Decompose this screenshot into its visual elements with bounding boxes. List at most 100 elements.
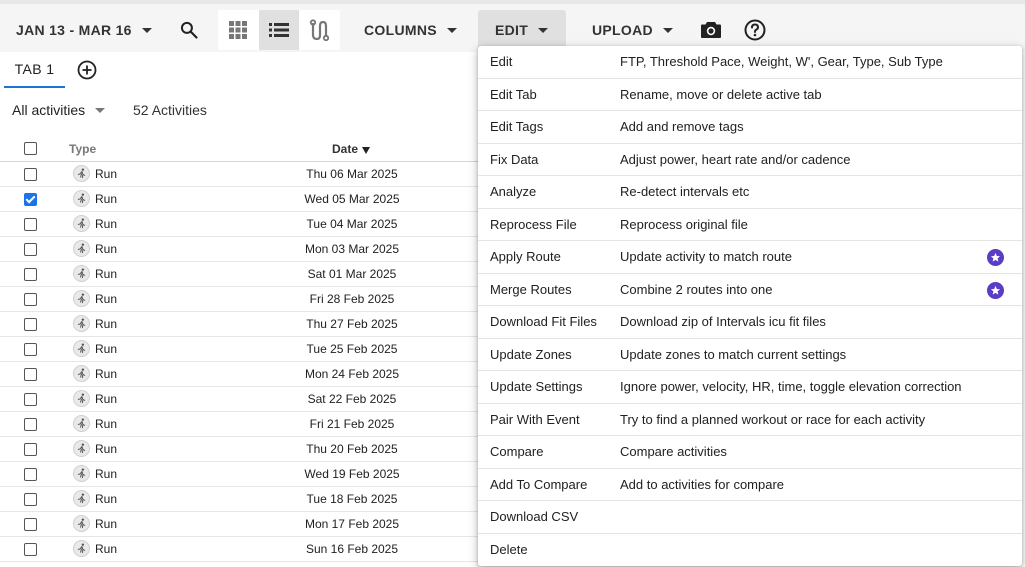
row-checkbox[interactable] — [24, 368, 37, 381]
row-checkbox[interactable] — [24, 293, 37, 306]
menu-item-label: Compare — [490, 444, 544, 460]
activity-date: Thu 20 Feb 2025 — [306, 442, 398, 456]
menu-item-description: Ignore power, velocity, HR, time, toggle… — [620, 379, 962, 395]
activity-filter-select[interactable]: All activities — [12, 102, 106, 118]
row-checkbox[interactable] — [24, 518, 37, 531]
activity-type: Run — [95, 492, 118, 506]
edit-menu-item[interactable]: Delete — [478, 534, 1022, 567]
row-checkbox[interactable] — [24, 418, 37, 431]
run-icon — [73, 290, 90, 307]
activity-date: Sat 22 Feb 2025 — [307, 392, 397, 406]
table-row[interactable]: Run Fri 28 Feb 2025 — [0, 287, 478, 312]
menu-item-label: Update Zones — [490, 346, 572, 362]
help-button[interactable] — [735, 10, 775, 50]
menu-item-label: Edit — [490, 54, 513, 70]
columns-button[interactable]: COLUMNS — [364, 10, 457, 50]
edit-menu-item[interactable]: Add To Compare Add to activities for comp… — [478, 469, 1022, 501]
run-icon — [73, 390, 90, 407]
edit-menu-item[interactable]: Analyze Re-detect intervals etc — [478, 176, 1022, 209]
chevron-down-icon — [538, 27, 549, 33]
column-header-date[interactable]: Date — [332, 142, 371, 156]
activity-date: Wed 19 Feb 2025 — [304, 467, 400, 481]
row-checkbox[interactable] — [24, 393, 37, 406]
edit-menu-item[interactable]: Download Fit Files Download zip of Interv… — [478, 306, 1022, 339]
columns-label: COLUMNS — [364, 22, 437, 38]
table-row[interactable]: Run Tue 18 Feb 2025 — [0, 487, 478, 512]
tab-label: TAB 1 — [14, 61, 55, 77]
edit-menu-item[interactable]: Download CSV — [478, 501, 1022, 534]
edit-menu-item[interactable]: Compare Compare activities — [478, 436, 1022, 469]
menu-item-description: Compare activities — [620, 444, 727, 460]
list-view-button[interactable] — [258, 10, 300, 50]
star-badge-icon — [987, 249, 1004, 266]
table-row[interactable]: Run Mon 17 Feb 2025 — [0, 512, 478, 537]
chevron-down-icon — [141, 27, 152, 33]
search-button[interactable] — [169, 10, 209, 50]
row-checkbox[interactable] — [24, 268, 37, 281]
route-view-button[interactable] — [299, 10, 340, 50]
help-icon — [744, 19, 766, 41]
upload-button[interactable]: UPLOAD — [592, 10, 673, 50]
edit-menu-item[interactable]: Edit Tags Add and remove tags — [478, 111, 1022, 144]
edit-menu-item[interactable]: Edit Tab Rename, move or delete active ta… — [478, 79, 1022, 111]
chevron-down-icon — [662, 27, 673, 33]
edit-button[interactable]: EDIT — [478, 10, 567, 50]
row-checkbox[interactable] — [24, 193, 37, 206]
grid-view-icon — [229, 21, 248, 39]
menu-item-description: Update zones to match current settings — [620, 346, 847, 362]
menu-item-label: Merge Routes — [490, 281, 572, 297]
table-row[interactable]: Run Thu 06 Mar 2025 — [0, 162, 478, 187]
activity-date: Mon 03 Mar 2025 — [304, 242, 400, 256]
grid-view-button[interactable] — [218, 10, 259, 50]
row-checkbox[interactable] — [24, 218, 37, 231]
route-view-icon — [310, 19, 330, 41]
table-body: Run Thu 06 Mar 2025 Run Wed 05 Mar 2025 Run T… — [0, 162, 478, 562]
table-row[interactable]: Run Wed 19 Feb 2025 — [0, 462, 478, 487]
table-row[interactable]: Run Tue 04 Mar 2025 — [0, 212, 478, 237]
column-header-type[interactable]: Type — [69, 142, 96, 156]
row-checkbox[interactable] — [24, 543, 37, 556]
table-row[interactable]: Run Thu 27 Feb 2025 — [0, 312, 478, 337]
edit-menu-item[interactable]: Update Zones Update zones to match curren… — [478, 339, 1022, 371]
edit-menu-item[interactable]: Edit FTP, Threshold Pace, Weight, W', Gea… — [478, 46, 1022, 79]
table-row[interactable]: Run Tue 25 Feb 2025 — [0, 337, 478, 362]
menu-item-description: FTP, Threshold Pace, Weight, W', Gear, T… — [620, 54, 943, 70]
edit-menu-item[interactable]: Merge Routes Combine 2 routes into one — [478, 274, 1022, 306]
menu-item-description: Combine 2 routes into one — [620, 281, 773, 297]
edit-menu-item[interactable]: Pair With Event Try to find a planned wor… — [478, 404, 1022, 436]
activity-date: Fri 21 Feb 2025 — [309, 417, 395, 431]
edit-menu-item[interactable]: Apply Route Update activity to match rout… — [478, 241, 1022, 274]
table-row[interactable]: Run Mon 03 Mar 2025 — [0, 237, 478, 262]
row-checkbox[interactable] — [24, 243, 37, 256]
select-all-checkbox[interactable] — [24, 142, 37, 155]
table-row[interactable]: Run Mon 24 Feb 2025 — [0, 362, 478, 387]
table-row[interactable]: Run Fri 21 Feb 2025 — [0, 412, 478, 437]
row-checkbox[interactable] — [24, 343, 37, 356]
add-tab-button[interactable] — [76, 59, 98, 81]
view-toggle-group — [218, 10, 340, 50]
tab-1[interactable]: TAB 1 — [4, 52, 65, 88]
table-row[interactable]: Run Wed 05 Mar 2025 — [0, 187, 478, 212]
run-icon — [73, 440, 90, 457]
date-range-button[interactable]: JAN 13 - MAR 16 — [16, 10, 152, 50]
edit-menu: Edit FTP, Threshold Pace, Weight, W', Gea… — [478, 46, 1022, 566]
screenshot-button[interactable] — [691, 10, 731, 50]
menu-item-label: Download Fit Files — [490, 314, 597, 330]
activity-date: Fri 28 Feb 2025 — [309, 292, 395, 306]
table-row[interactable]: Run Sat 01 Mar 2025 — [0, 262, 478, 287]
edit-menu-item[interactable]: Update Settings Ignore power, velocity, H… — [478, 371, 1022, 404]
edit-menu-item[interactable]: Reprocess File Reprocess original file — [478, 209, 1022, 241]
table-row[interactable]: Run Thu 20 Feb 2025 — [0, 437, 478, 462]
menu-item-label: Edit Tags — [490, 119, 544, 135]
edit-menu-item[interactable]: Fix Data Adjust power, heart rate and/or … — [478, 144, 1022, 176]
activity-type: Run — [95, 367, 118, 381]
table-row[interactable]: Run Sat 22 Feb 2025 — [0, 387, 478, 412]
row-checkbox[interactable] — [24, 318, 37, 331]
table-row[interactable]: Run Sun 16 Feb 2025 — [0, 537, 478, 562]
row-checkbox[interactable] — [24, 443, 37, 456]
menu-item-label: Reprocess File — [490, 216, 577, 232]
row-checkbox[interactable] — [24, 468, 37, 481]
activity-date: Tue 18 Feb 2025 — [306, 492, 398, 506]
row-checkbox[interactable] — [24, 168, 37, 181]
row-checkbox[interactable] — [24, 493, 37, 506]
